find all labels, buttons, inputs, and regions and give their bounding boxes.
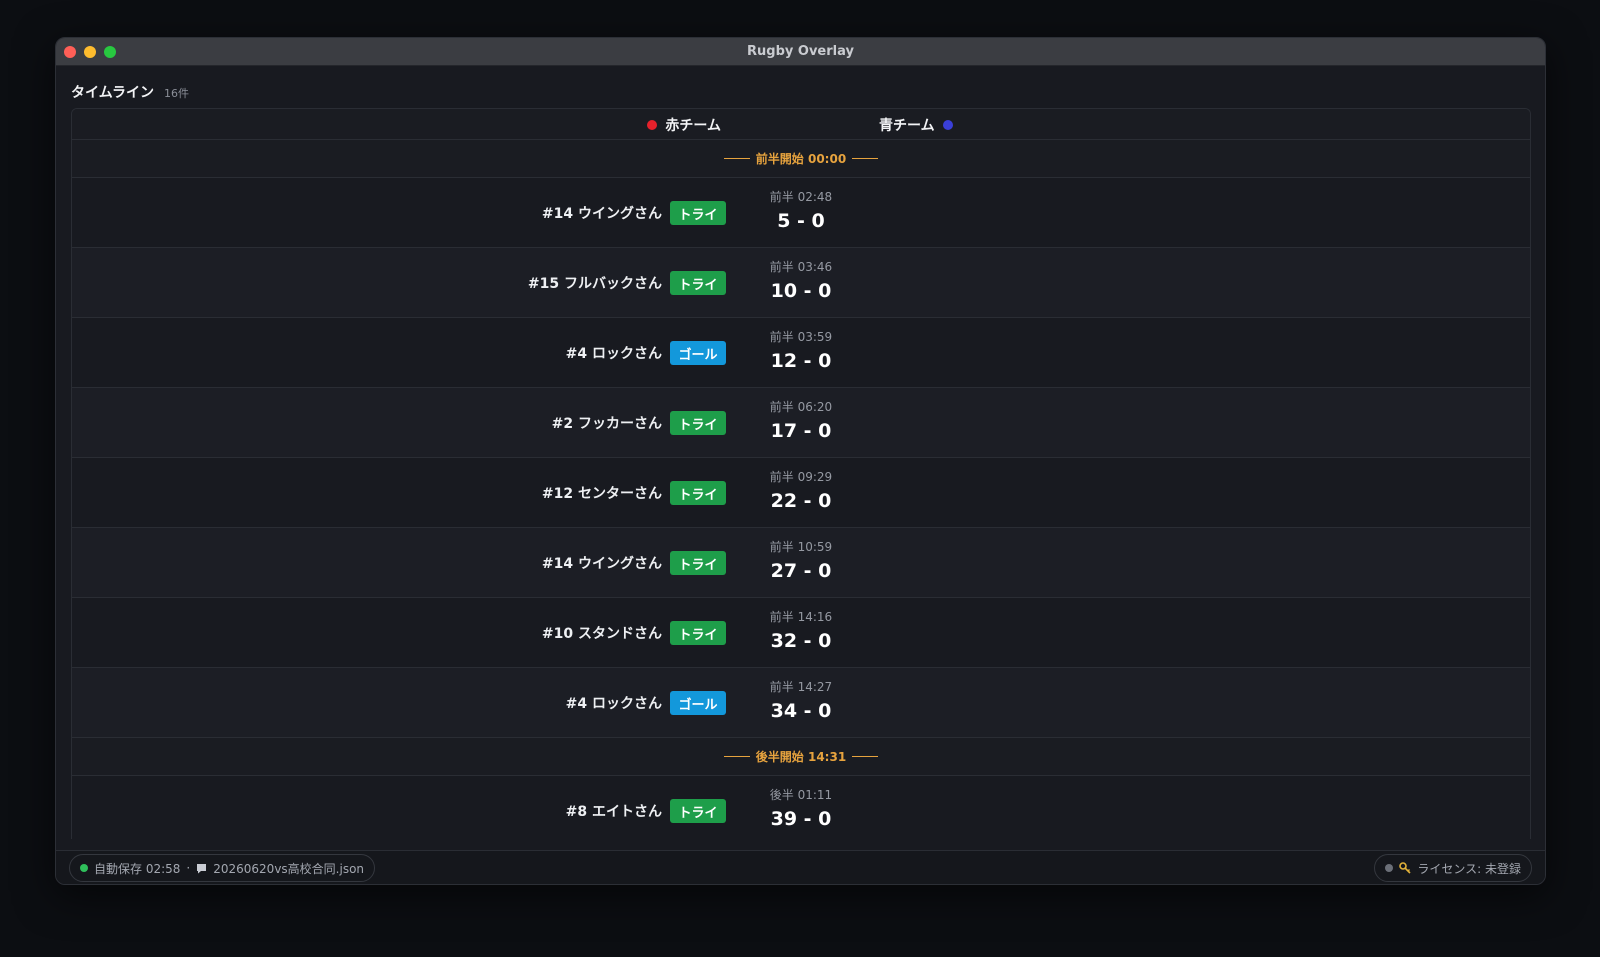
event-score: 27 - 0 <box>770 560 832 582</box>
blue-team-name: 青チーム <box>879 118 935 134</box>
try-badge: トライ <box>670 481 726 505</box>
red-team-dot-icon <box>647 120 658 130</box>
try-badge: トライ <box>670 201 726 225</box>
player-name: #4 ロックさん <box>565 696 662 712</box>
event-score: 17 - 0 <box>770 420 832 442</box>
close-window-button[interactable] <box>64 46 76 58</box>
try-badge: トライ <box>670 799 726 823</box>
timeline-event-row[interactable]: #14 ウイングさん トライ 前半 02:48 5 - 0 <box>72 178 1530 248</box>
player-name: #8 エイトさん <box>565 804 662 820</box>
goal-badge: ゴール <box>670 341 726 365</box>
event-time: 前半 14:27 <box>769 680 833 694</box>
divider-line <box>852 158 879 159</box>
try-badge: トライ <box>670 551 726 575</box>
period-divider-row: 後半開始 14:31 <box>72 738 1530 776</box>
license-status[interactable]: ライセンス: 未登録 <box>1374 854 1532 882</box>
timeline-event-row[interactable]: #10 スタンドさん トライ 前半 14:16 32 - 0 <box>72 598 1530 668</box>
blue-team-label: 青チーム <box>879 115 953 135</box>
timeline-event-row[interactable]: #4 ロックさん ゴール 前半 14:27 34 - 0 <box>72 668 1530 738</box>
period-divider-label: 後半開始 14:31 <box>755 750 847 764</box>
event-score: 39 - 0 <box>770 808 832 830</box>
event-score: 32 - 0 <box>770 630 832 652</box>
timeline-rows: 前半開始 00:00 #14 ウイングさん トライ 前半 02:48 5 - 0 #15 … <box>72 140 1530 839</box>
goal-badge: ゴール <box>670 691 726 715</box>
timeline-event-row[interactable]: #4 ロックさん ゴール 前半 03:59 12 - 0 <box>72 318 1530 388</box>
key-icon <box>1399 862 1411 874</box>
license-text: ライセンス: 未登録 <box>1417 861 1521 876</box>
timeline-table[interactable]: 赤チーム 青チーム 前半開始 00:00 #14 ウイングさん トライ 前半 02:4… <box>71 108 1531 839</box>
player-name: #14 ウイングさん <box>541 556 662 572</box>
event-score: 34 - 0 <box>770 700 832 722</box>
timeline-title: タイムライン <box>71 85 155 101</box>
player-name: #10 スタンドさん <box>541 626 662 642</box>
event-time: 前半 09:29 <box>769 470 833 484</box>
timeline-event-row[interactable]: #12 センターさん トライ 前半 09:29 22 - 0 <box>72 458 1530 528</box>
event-time: 前半 10:59 <box>769 540 833 554</box>
player-name: #14 ウイングさん <box>541 206 662 222</box>
minimize-window-button[interactable] <box>84 46 96 58</box>
timeline-count: 16件 <box>164 87 190 100</box>
license-indicator-icon <box>1385 864 1394 872</box>
divider-line <box>852 756 879 757</box>
try-badge: トライ <box>670 271 726 295</box>
timeline-event-row[interactable]: #2 フッカーさん トライ 前半 06:20 17 - 0 <box>72 388 1530 458</box>
period-divider-label: 前半開始 00:00 <box>755 152 847 166</box>
window-title: Rugby Overlay <box>747 44 854 59</box>
divider-line <box>723 158 750 159</box>
autosave-text: 自動保存 02:58 <box>94 861 181 876</box>
event-time: 前半 03:59 <box>769 330 833 344</box>
title-bar: Rugby Overlay <box>56 38 1545 66</box>
status-separator: · <box>186 861 191 875</box>
divider-line <box>723 756 750 757</box>
document-icon <box>197 863 207 873</box>
red-team-label: 赤チーム <box>647 115 721 135</box>
timeline-event-row[interactable]: #15 フルバックさん トライ 前半 03:46 10 - 0 <box>72 248 1530 318</box>
timeline-event-row[interactable]: #14 ウイングさん トライ 前半 10:59 27 - 0 <box>72 528 1530 598</box>
red-team-name: 赤チーム <box>665 118 721 134</box>
event-score: 10 - 0 <box>770 280 832 302</box>
event-score: 5 - 0 <box>777 210 825 232</box>
player-name: #4 ロックさん <box>565 346 662 362</box>
blue-team-dot-icon <box>942 120 953 130</box>
player-name: #12 センターさん <box>541 486 662 502</box>
try-badge: トライ <box>670 411 726 435</box>
player-name: #2 フッカーさん <box>551 416 662 432</box>
event-time: 前半 06:20 <box>769 400 833 414</box>
timeline-header: タイムライン 16件 <box>71 82 189 102</box>
event-time: 前半 02:48 <box>769 190 833 204</box>
event-score: 12 - 0 <box>770 350 832 372</box>
player-name: #15 フルバックさん <box>527 276 662 292</box>
timeline-event-row[interactable]: #8 エイトさん トライ 後半 01:11 39 - 0 <box>72 776 1530 839</box>
event-time: 前半 14:16 <box>769 610 833 624</box>
autosave-status[interactable]: 自動保存 02:58 · 20260620vs高校合同.json <box>69 854 376 882</box>
window-controls <box>64 46 116 58</box>
event-time: 後半 01:11 <box>769 788 833 802</box>
app-window: Rugby Overlay タイムライン 16件 赤チーム 青チーム 前半開始 … <box>55 37 1546 885</box>
event-score: 22 - 0 <box>770 490 832 512</box>
period-divider-row: 前半開始 00:00 <box>72 140 1530 178</box>
file-name: 20260620vs高校合同.json <box>213 861 365 876</box>
event-time: 前半 03:46 <box>769 260 833 274</box>
try-badge: トライ <box>670 621 726 645</box>
team-header-row: 赤チーム 青チーム <box>72 109 1530 140</box>
status-bar: 自動保存 02:58 · 20260620vs高校合同.json ライセンス: … <box>56 850 1545 884</box>
autosave-indicator-icon <box>80 864 88 872</box>
maximize-window-button[interactable] <box>104 46 116 58</box>
